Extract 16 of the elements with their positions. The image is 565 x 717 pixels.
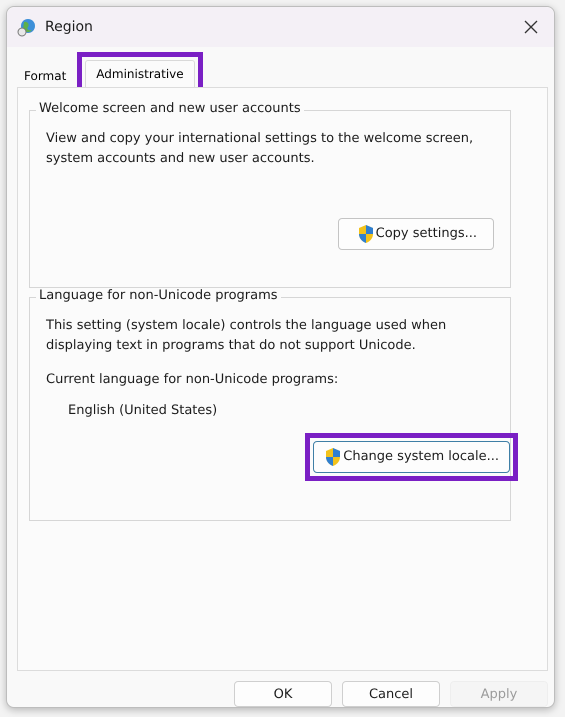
change-locale-button[interactable]: Change system locale... [313,440,510,473]
current-language-label: Current language for non-Unicode programs: [46,370,340,389]
shield-icon [356,224,375,244]
copy-settings-button[interactable]: Copy settings... [338,218,494,250]
group-title: Language for non-Unicode programs [36,288,281,303]
tab[interactable]: Format [21,64,70,87]
close-icon [524,20,538,34]
current-language-value: English (United States) [68,402,218,420]
globe-icon [17,17,37,37]
window-title: Region [45,19,93,35]
description-text: This setting (system locale) controls the language used when displaying text in programs that do not support Unicode. [46,316,448,355]
tab[interactable]: Administrative [85,60,195,87]
dialog-button[interactable]: Cancel [342,681,440,707]
description-text: View and copy your international settings to the welcome screen, system accounts and new user accounts. [46,130,474,168]
dialog-button[interactable]: OK [234,681,332,707]
shield-icon [324,446,342,467]
